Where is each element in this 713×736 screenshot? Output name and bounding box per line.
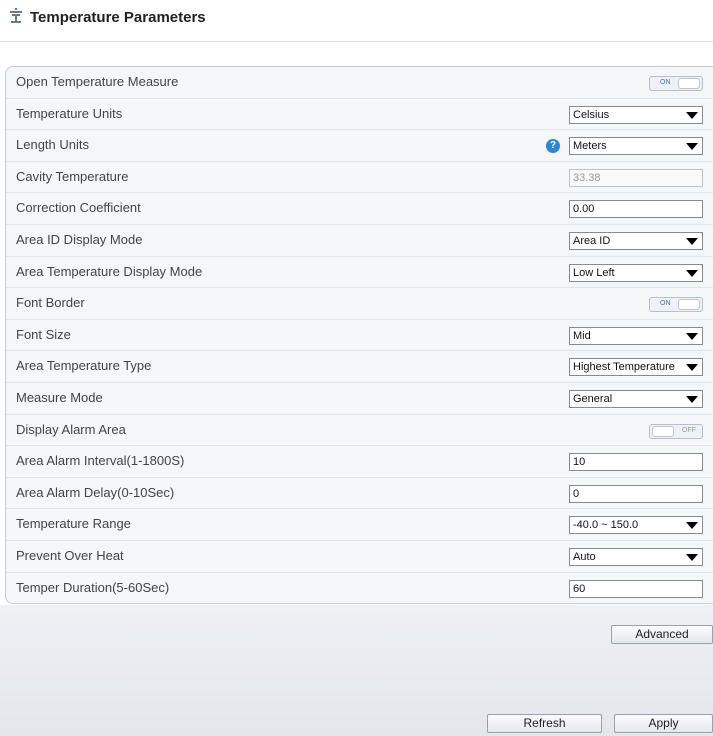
page-header: Temperature Parameters (0, 0, 713, 42)
cavity-temperature-input: 33.38 (569, 168, 703, 187)
setting-row-area-alarm-delay-0-10sec: Area Alarm Delay(0-10Sec) 0 (6, 478, 713, 510)
setting-row-temper-duration-5-60sec: Temper Duration(5-60Sec) 60 (6, 573, 713, 605)
setting-label: Area Temperature Display Mode (16, 263, 203, 279)
setting-row-open-temperature-measure: Open Temperature Measure ON (6, 67, 713, 99)
setting-label: Open Temperature Measure (16, 74, 179, 89)
temperature-range-select[interactable]: -40.0 ~ 150.0 (569, 516, 703, 535)
input-value: 60 (573, 582, 586, 595)
toggle-knob (678, 78, 700, 89)
setting-row-correction-coefficient: Correction Coefficient 0.00 (6, 193, 713, 225)
setting-label: Font Border (16, 295, 85, 311)
setting-label: Area Alarm Delay(0-10Sec) (16, 484, 175, 500)
setting-label: Temperature Units (16, 105, 123, 121)
input-value: 33.38 (573, 171, 601, 184)
area-temperature-type-select[interactable]: Highest Temperature (569, 358, 703, 377)
toggle-knob (652, 425, 674, 437)
setting-label: Area ID Display Mode (16, 232, 143, 247)
select-value: Meters (573, 140, 607, 153)
setting-row-area-temperature-type: Area Temperature Type Highest Temperature (6, 351, 713, 383)
toggle-state-label: ON (660, 300, 671, 308)
dropdown-arrow-icon (686, 554, 698, 561)
select-value: Mid (573, 329, 591, 342)
page-title: Temperature Parameters (30, 9, 206, 26)
setting-label: Display Alarm Area (16, 421, 126, 437)
setting-row-length-units: Length Units? Meters (6, 130, 713, 162)
setting-row-font-size: Font Size Mid (6, 320, 713, 352)
setting-row-area-alarm-interval-1-1800s: Area Alarm Interval(1-1800S) 10 (6, 446, 713, 478)
refresh-button[interactable]: Refresh (487, 714, 602, 733)
area-alarm-delay-0-10sec-input[interactable]: 0 (569, 484, 703, 503)
open-temperature-measure-toggle[interactable]: ON (649, 76, 703, 91)
toggle-state-label: OFF (682, 426, 696, 434)
input-value: 0 (573, 487, 580, 500)
settings-panel: Open Temperature Measure ON Temperature Un… (5, 66, 713, 604)
font-border-toggle[interactable]: ON (649, 297, 703, 313)
setting-row-area-id-display-mode: Area ID Display Mode Area ID (6, 225, 713, 257)
apply-button[interactable]: Apply (614, 714, 713, 733)
dropdown-arrow-icon (686, 238, 698, 245)
select-value: Celsius (573, 108, 610, 121)
thermometer-icon (9, 8, 23, 24)
select-value: Highest Temperature (573, 361, 675, 374)
setting-label: Area Alarm Interval(1-1800S) (16, 453, 185, 469)
setting-row-area-temperature-display-mode: Area Temperature Display Mode Low Left (6, 257, 713, 289)
input-value: 0.00 (573, 203, 595, 216)
select-value: -40.0 ~ 150.0 (573, 519, 639, 532)
setting-label: Font Size (16, 326, 71, 342)
correction-coefficient-input[interactable]: 0.00 (569, 200, 703, 219)
setting-row-temperature-units: Temperature Units Celsius (6, 99, 713, 131)
setting-label: Correction Coefficient (16, 200, 141, 216)
toggle-state-label: ON (660, 79, 671, 86)
temper-duration-5-60sec-input[interactable]: 60 (569, 579, 703, 598)
prevent-over-heat-select[interactable]: Auto (569, 548, 703, 566)
select-value: Area ID (573, 235, 611, 247)
toggle-knob (678, 299, 700, 311)
input-value: 10 (573, 456, 586, 469)
dropdown-arrow-icon (686, 111, 698, 119)
dropdown-arrow-icon (686, 396, 698, 403)
setting-row-font-border: Font Border ON (6, 288, 713, 320)
setting-row-cavity-temperature: Cavity Temperature 33.38 (6, 162, 713, 194)
setting-label: Cavity Temperature (16, 168, 129, 184)
setting-label: Length Units (16, 137, 89, 153)
footer-background (0, 605, 713, 736)
setting-label: Prevent Over Heat (16, 548, 124, 563)
area-alarm-interval-1-1800s-input[interactable]: 10 (569, 453, 703, 472)
dropdown-arrow-icon (686, 522, 698, 530)
setting-label: Area Temperature Type (16, 358, 152, 374)
setting-label: Measure Mode (16, 390, 103, 405)
display-alarm-area-toggle[interactable]: OFF (649, 423, 703, 439)
dropdown-arrow-icon (686, 364, 698, 372)
advanced-button[interactable]: Advanced (611, 625, 713, 644)
help-icon[interactable]: ? (546, 139, 560, 154)
select-value: Auto (573, 551, 596, 563)
setting-row-temperature-range: Temperature Range -40.0 ~ 150.0 (6, 509, 713, 541)
setting-label: Temper Duration(5-60Sec) (16, 579, 170, 595)
font-size-select[interactable]: Mid (569, 326, 703, 345)
length-units-select[interactable]: Meters (569, 137, 703, 156)
setting-row-display-alarm-area: Display Alarm Area OFF (6, 415, 713, 447)
area-temperature-display-mode-select[interactable]: Low Left (569, 263, 703, 282)
measure-mode-select[interactable]: General (569, 390, 703, 408)
dropdown-arrow-icon (686, 269, 698, 277)
dropdown-arrow-icon (686, 143, 698, 151)
setting-row-prevent-over-heat: Prevent Over Heat Auto (6, 541, 713, 573)
area-id-display-mode-select[interactable]: Area ID (569, 232, 703, 250)
select-value: Low Left (573, 266, 615, 279)
setting-label: Temperature Range (16, 516, 131, 532)
temperature-units-select[interactable]: Celsius (569, 105, 703, 124)
dropdown-arrow-icon (686, 332, 698, 340)
select-value: General (573, 393, 613, 405)
setting-row-measure-mode: Measure Mode General (6, 383, 713, 415)
